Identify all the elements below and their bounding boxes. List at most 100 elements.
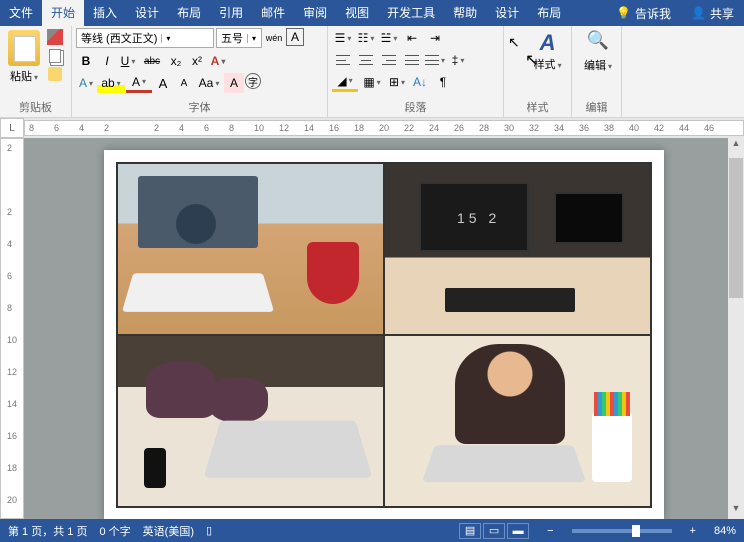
distributed-icon	[425, 55, 439, 65]
tell-me-search[interactable]: 💡 告诉我	[606, 5, 681, 22]
superscript-button[interactable]: x²	[187, 51, 207, 71]
status-bar: 第 1 页，共 1 页 0 个字 英语(美国) ▯ ▤ ▭ ▬ − + 84%	[0, 519, 744, 542]
scissors-icon	[47, 29, 63, 45]
ruler-tab-selector[interactable]: L	[0, 118, 24, 138]
tab-help[interactable]: 帮助	[444, 0, 486, 26]
language-indicator[interactable]: 英语(美国)	[143, 523, 194, 539]
clear-formatting-button[interactable]: A	[224, 73, 244, 93]
justify-button[interactable]	[401, 50, 423, 70]
italic-button[interactable]: I	[97, 51, 117, 71]
distributed-button[interactable]: ▾	[424, 50, 446, 70]
ruler-row: L 86422468101214161820222426283032343638…	[0, 118, 744, 138]
macro-record-icon[interactable]: ▯	[206, 524, 212, 537]
tab-insert[interactable]: 插入	[84, 0, 126, 26]
snap-to-grid-button[interactable]: ⊞▾	[386, 72, 408, 92]
decrease-indent-button[interactable]: ⇤	[401, 28, 423, 48]
tab-table-design[interactable]: 设计	[486, 0, 528, 26]
char-border-button[interactable]: A	[286, 28, 304, 46]
vertical-scrollbar[interactable]: ▲ ▼	[728, 138, 744, 519]
table-cell-image[interactable]	[384, 335, 651, 507]
styles-group-label: 样式	[504, 99, 571, 115]
text-effects-button[interactable]: A▾	[208, 51, 228, 71]
borders-button[interactable]: ▦▾	[359, 72, 385, 92]
increase-indent-button[interactable]: ⇥	[424, 28, 446, 48]
tab-review[interactable]: 审阅	[294, 0, 336, 26]
underline-button[interactable]: U▾	[118, 51, 138, 71]
vertical-ruler[interactable]: 22468101214161820	[0, 138, 24, 519]
table-cell-image[interactable]	[117, 163, 384, 335]
justify-icon	[405, 55, 419, 65]
font-color-button[interactable]: A▾	[126, 73, 152, 93]
paste-button[interactable]: 粘贴▾	[10, 68, 38, 84]
ribbon: 粘贴▾ 剪贴板 等线 (西文正文)▾ 五号▾ wén A B I U▾ abc	[0, 26, 744, 118]
font-name-combo[interactable]: 等线 (西文正文)▾	[76, 28, 214, 48]
share-button[interactable]: 👤 共享	[681, 5, 744, 22]
subscript-button[interactable]: x₂	[166, 51, 186, 71]
tab-design[interactable]: 设计	[126, 0, 168, 26]
change-case-button[interactable]: Aa▾	[195, 73, 223, 93]
strikethrough-button[interactable]: abc	[139, 51, 165, 71]
zoom-out-button[interactable]: −	[541, 525, 559, 537]
scrollbar-thumb[interactable]	[729, 158, 743, 298]
scroll-up-arrow-icon[interactable]: ▲	[728, 138, 744, 154]
tab-home[interactable]: 开始	[42, 0, 84, 26]
grow-font-button[interactable]: A	[153, 73, 173, 93]
shading-button[interactable]: ◢▾	[332, 72, 358, 92]
bullets-icon: ☰	[335, 31, 346, 45]
align-right-button[interactable]	[378, 50, 400, 70]
word-count[interactable]: 0 个字	[99, 523, 130, 539]
line-spacing-button[interactable]: ‡▾	[447, 50, 469, 70]
horizontal-ruler[interactable]: 8642246810121416182022242628303234363840…	[24, 120, 744, 136]
align-right-icon	[382, 55, 396, 65]
find-icon[interactable]: 🔍	[587, 30, 609, 51]
numbering-button[interactable]: ☷▾	[355, 28, 377, 48]
print-layout-button[interactable]: ▭	[483, 523, 505, 539]
editing-button[interactable]: 编辑▾	[584, 57, 612, 73]
sort-button[interactable]: A↓	[409, 72, 431, 92]
cut-button[interactable]	[46, 28, 64, 46]
bullets-button[interactable]: ☰▾	[332, 28, 354, 48]
tab-table-layout[interactable]: 布局	[528, 0, 570, 26]
align-left-button[interactable]	[332, 50, 354, 70]
styles-icon[interactable]: A	[540, 30, 556, 56]
tab-mailings[interactable]: 邮件	[252, 0, 294, 26]
view-mode-buttons: ▤ ▭ ▬	[459, 523, 529, 539]
table-cell-image[interactable]	[117, 335, 384, 507]
text-outline-button[interactable]: A▾	[76, 73, 96, 93]
enclose-char-button[interactable]: 字	[245, 73, 261, 89]
tab-layout[interactable]: 布局	[168, 0, 210, 26]
indent-icon: ⇥	[430, 31, 440, 45]
scroll-down-arrow-icon[interactable]: ▼	[728, 503, 744, 519]
multilevel-list-button[interactable]: ☱▾	[378, 28, 400, 48]
tab-view[interactable]: 视图	[336, 0, 378, 26]
format-painter-button[interactable]	[46, 66, 64, 82]
read-mode-button[interactable]: ▤	[459, 523, 481, 539]
copy-button[interactable]	[46, 48, 64, 64]
highlight-button[interactable]: ab▾	[97, 73, 125, 93]
document-area: 22468101214161820 ▲ ▼	[0, 138, 744, 519]
styles-button[interactable]: 样式▾	[534, 56, 562, 72]
zoom-level[interactable]: 84%	[714, 525, 736, 537]
zoom-in-button[interactable]: +	[684, 525, 702, 537]
paste-icon[interactable]	[8, 30, 40, 66]
page-indicator[interactable]: 第 1 页，共 1 页	[8, 523, 87, 539]
outdent-icon: ⇤	[407, 31, 417, 45]
bold-button[interactable]: B	[76, 51, 96, 71]
tab-file[interactable]: 文件	[0, 0, 42, 26]
phonetic-guide-button[interactable]: wén	[264, 28, 284, 48]
page-icon: ▭	[489, 524, 499, 537]
tab-devtools[interactable]: 开发工具	[378, 0, 444, 26]
page-viewport[interactable]: ▲ ▼	[24, 138, 744, 519]
group-font: 等线 (西文正文)▾ 五号▾ wén A B I U▾ abc x₂ x² A▾…	[72, 26, 328, 117]
shrink-font-button[interactable]: A	[174, 73, 194, 93]
tab-references[interactable]: 引用	[210, 0, 252, 26]
font-size-combo[interactable]: 五号▾	[216, 28, 262, 48]
zoom-slider[interactable]	[572, 529, 672, 533]
align-left-icon	[336, 55, 350, 65]
editing-group-label: 编辑	[572, 99, 621, 115]
share-label: 共享	[710, 5, 734, 22]
web-layout-button[interactable]: ▬	[507, 523, 529, 539]
show-marks-button[interactable]: ¶	[432, 72, 454, 92]
align-center-button[interactable]	[355, 50, 377, 70]
table-cell-image[interactable]	[384, 163, 651, 335]
